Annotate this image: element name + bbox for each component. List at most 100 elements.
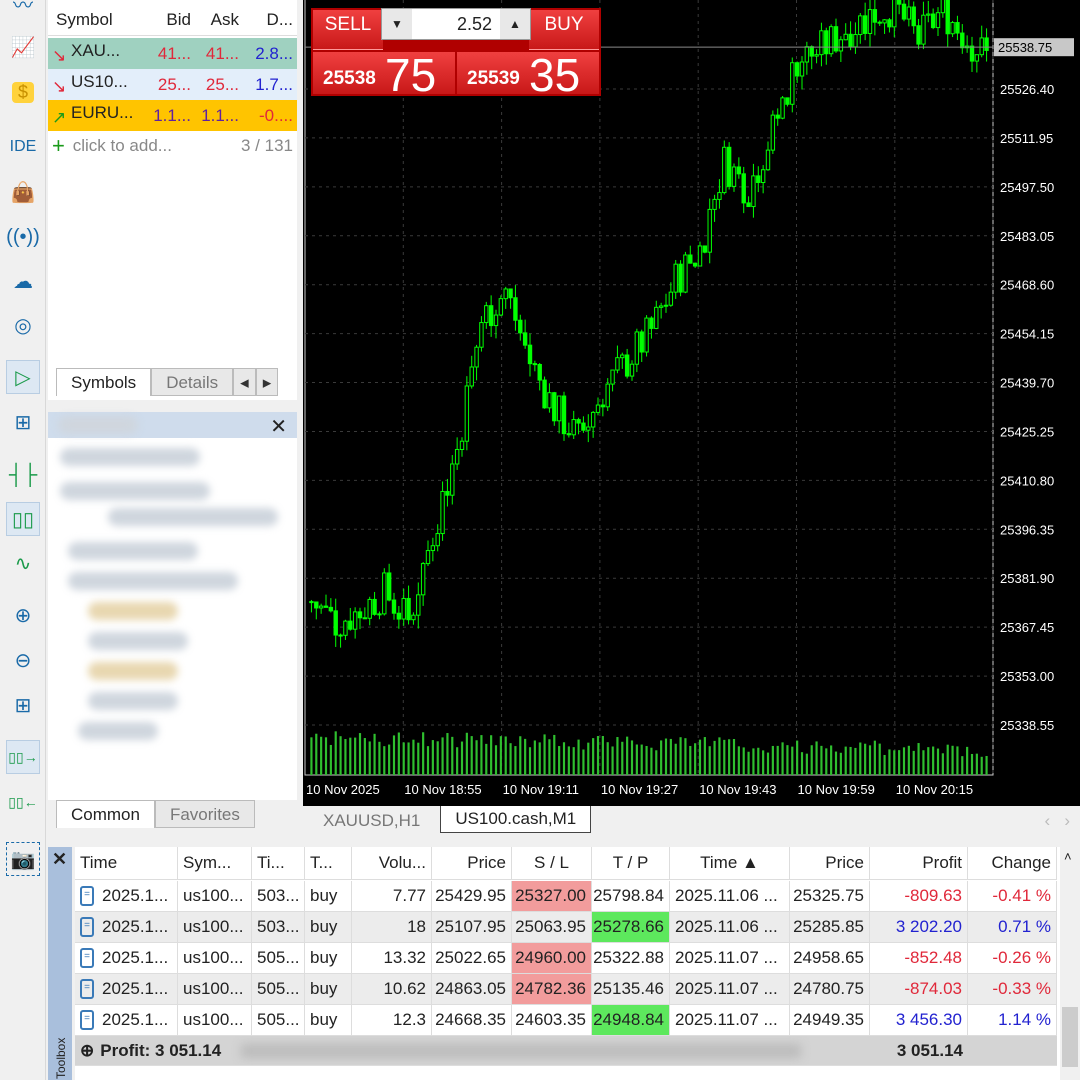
candle-body xyxy=(435,533,440,547)
chart-tab-us100[interactable]: US100.cash,M1 xyxy=(440,806,592,833)
market-bag-icon[interactable]: 👜 xyxy=(6,175,40,209)
candle-body xyxy=(411,614,416,621)
table-row[interactable]: = 2025.1... us100... 503... buy 7.77 25429.95 2… xyxy=(75,881,1057,912)
symbol-row[interactable]: ↗ EURU... 1.1... 1.1... -0.... xyxy=(48,100,297,131)
bar-chart-icon[interactable]: ┤├ xyxy=(6,458,40,492)
cell: 25135.46 xyxy=(592,974,670,1004)
dollar-icon[interactable]: $ xyxy=(6,75,40,109)
navigator-tabs: Common Favorites xyxy=(56,800,255,828)
candle-body xyxy=(906,6,912,20)
volume-input[interactable]: 2.52 xyxy=(412,9,500,39)
candle-body xyxy=(479,322,484,348)
screenshot-icon[interactable]: 📷 xyxy=(6,842,40,876)
candle-body xyxy=(770,114,776,151)
candle-body xyxy=(450,463,455,496)
candlestick-chart[interactable]: 25526.40 25511.95 25497.50 25483.05 25468.60… xyxy=(303,0,1080,806)
tile-windows-icon[interactable]: ⊞ xyxy=(6,688,40,722)
cell: 2025.11.06 ... xyxy=(670,912,790,942)
buy-button[interactable]: BUY xyxy=(529,10,599,50)
candle-body xyxy=(722,146,727,194)
buy-price-button[interactable]: 25539 35 xyxy=(457,49,599,101)
column-header[interactable]: Change xyxy=(968,847,1057,879)
candlestick-icon[interactable]: ▯▯ xyxy=(6,502,40,536)
col-symbol[interactable]: Symbol xyxy=(48,10,145,30)
volume-increase-button[interactable]: ▲ xyxy=(500,9,530,39)
tab-favorites[interactable]: Favorites xyxy=(154,800,255,828)
chart-shift-icon[interactable]: ▯▯← xyxy=(6,785,40,819)
volume-decrease-button[interactable]: ▼ xyxy=(382,9,412,39)
toolbox-scrollbar[interactable]: ˄ xyxy=(1060,847,1080,1080)
signals-icon[interactable]: ((•)) xyxy=(6,220,40,254)
new-order-icon[interactable]: ⊞ xyxy=(6,405,40,439)
col-ask[interactable]: Ask xyxy=(195,10,243,30)
ide-button[interactable]: IDE xyxy=(6,130,40,164)
column-header[interactable]: Volu... xyxy=(352,847,432,879)
table-row[interactable]: = 2025.1... us100... 503... buy 18 25107.95 250… xyxy=(75,912,1057,943)
add-symbol-row[interactable]: + click to add... 3 / 131 xyxy=(48,130,297,161)
chart-line-icon[interactable]: 〰 xyxy=(6,0,40,20)
tab-details[interactable]: Details xyxy=(151,368,234,396)
chart-tabs-scroll[interactable]: ‹ › xyxy=(1035,806,1080,836)
zoom-in-icon[interactable]: ⊕ xyxy=(6,598,40,632)
candle-body xyxy=(518,319,523,334)
cell: 24948.84 xyxy=(592,1005,670,1035)
sell-button[interactable]: SELL xyxy=(313,10,383,50)
cell: 0.71 % xyxy=(968,912,1057,942)
candle-body xyxy=(333,610,338,636)
column-header[interactable]: Price xyxy=(790,847,870,879)
table-row[interactable]: = 2025.1... us100... 505... buy 10.62 24863.05… xyxy=(75,974,1057,1005)
column-header[interactable]: S / L xyxy=(512,847,592,879)
chart-tab-xauusd[interactable]: XAUUSD,H1 xyxy=(303,806,440,836)
current-price-label: 25538.75 xyxy=(998,40,1052,55)
time-tick-label: 10 Nov 19:43 xyxy=(699,782,776,797)
candle-body xyxy=(692,262,698,267)
tab-scroll-right[interactable]: ▸ xyxy=(255,368,279,396)
table-row[interactable]: = 2025.1... us100... 505... buy 13.32 25022.65… xyxy=(75,943,1057,974)
column-header[interactable]: Ti... xyxy=(252,847,305,879)
column-header[interactable]: T... xyxy=(305,847,352,879)
price-tick-label: 25367.45 xyxy=(1000,620,1054,635)
cell-text: 2025.1... xyxy=(102,1010,169,1029)
cell: -852.48 xyxy=(870,943,968,973)
cell: 24949.35 xyxy=(790,1005,870,1035)
tab-common[interactable]: Common xyxy=(56,800,155,828)
autoscroll-icon[interactable]: ▯▯→ xyxy=(6,740,40,774)
cell-text: buy xyxy=(310,1010,338,1029)
expand-icon[interactable]: ⊕ xyxy=(80,1041,94,1061)
col-bid[interactable]: Bid xyxy=(145,10,195,30)
column-header[interactable]: Time ▲ xyxy=(670,847,790,879)
column-header[interactable]: T / P xyxy=(592,847,670,879)
cell: -0.41 % xyxy=(968,881,1057,911)
buy-price-prefix: 25539 xyxy=(467,68,520,89)
toolbox-close-icon[interactable]: ✕ xyxy=(52,849,67,870)
column-header[interactable]: Profit xyxy=(870,847,968,879)
tab-scroll-left[interactable]: ◂ xyxy=(233,368,256,396)
candle-body xyxy=(799,61,805,77)
zoom-out-icon[interactable]: ⊖ xyxy=(6,643,40,677)
close-icon[interactable]: ✕ xyxy=(270,414,287,439)
market-chart-icon[interactable]: 📈 xyxy=(6,30,40,64)
col-daily-change[interactable]: D... xyxy=(243,10,297,30)
candle-body xyxy=(605,383,610,408)
column-header[interactable]: Price xyxy=(432,847,512,879)
tab-symbols[interactable]: Symbols xyxy=(56,368,152,396)
vps-icon[interactable]: ◎ xyxy=(6,308,40,342)
candle-body xyxy=(629,363,635,377)
play-icon[interactable]: ▷ xyxy=(6,360,40,394)
symbol-row[interactable]: ↘ XAU... 41... 41... 2.8... xyxy=(48,38,297,69)
price-chart[interactable]: 25526.40 25511.95 25497.50 25483.05 25468.60… xyxy=(303,0,1080,806)
symbol-row[interactable]: ↘ US10... 25... 25... 1.7... xyxy=(48,69,297,100)
column-header[interactable]: Sym... xyxy=(178,847,252,879)
cell-text: 2025.1... xyxy=(102,886,169,905)
candle-body xyxy=(615,357,620,371)
line-chart-icon[interactable]: ∿ xyxy=(6,546,40,580)
candle-body xyxy=(493,314,499,327)
cell-text: 25327.00 xyxy=(515,886,586,905)
candle-body xyxy=(610,369,615,385)
add-symbol-label[interactable]: click to add... xyxy=(69,136,198,156)
table-row[interactable]: = 2025.1... us100... 505... buy 12.3 24668.35 2… xyxy=(75,1005,1057,1036)
column-header[interactable]: Time xyxy=(75,847,178,879)
candle-body xyxy=(367,598,372,619)
cloud-icon[interactable]: ☁ xyxy=(6,264,40,298)
sell-price-button[interactable]: 25538 75 xyxy=(313,49,455,101)
